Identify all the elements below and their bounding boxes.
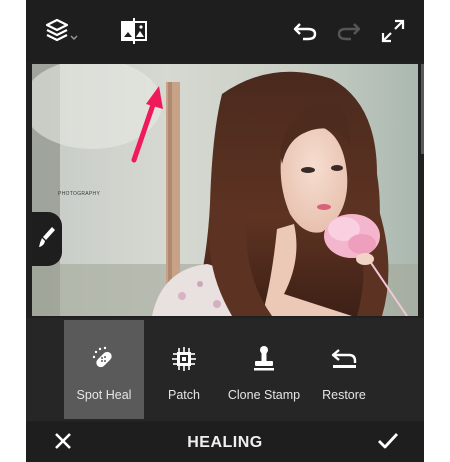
fullscreen-icon (380, 18, 406, 44)
undo-button[interactable] (288, 14, 322, 48)
checkmark-icon (377, 431, 399, 456)
confirm-button[interactable] (375, 430, 401, 456)
fullscreen-button[interactable] (376, 14, 410, 48)
healing-tool-strip: Spot Heal Patch Clone Stamp Restore (26, 318, 424, 421)
restore-icon (329, 344, 359, 374)
tool-clone-stamp[interactable]: Clone Stamp (224, 320, 304, 419)
photo-canvas[interactable]: PHOTOGRAPHY (32, 64, 418, 316)
tool-label: Clone Stamp (227, 388, 301, 402)
brush-icon (37, 225, 57, 254)
tool-label: Spot Heal (76, 388, 132, 402)
layers-icon (43, 16, 83, 46)
undo-icon (292, 20, 318, 42)
compare-icon (120, 17, 148, 45)
top-toolbar (26, 0, 424, 62)
patch-icon (169, 344, 199, 374)
tool-patch[interactable]: Patch (144, 320, 224, 419)
redo-icon (336, 20, 362, 42)
photo-image (32, 64, 418, 316)
tool-restore[interactable]: Restore (304, 320, 384, 419)
tool-spot-heal[interactable]: Spot Heal (64, 320, 144, 419)
bandage-icon (89, 344, 119, 374)
compare-button[interactable] (117, 14, 151, 48)
stamp-icon (249, 344, 279, 374)
mode-title: HEALING (187, 434, 263, 451)
photo-editor-app: PHOTOGRAPHY Spot Heal Patch Clone Stamp … (26, 0, 424, 462)
photo-watermark: PHOTOGRAPHY (58, 191, 101, 197)
tool-label: Restore (322, 388, 366, 402)
layers-button[interactable] (43, 14, 83, 48)
bottom-bar: HEALING (26, 422, 424, 462)
scroll-indicator[interactable] (421, 64, 424, 154)
redo-button[interactable] (332, 14, 366, 48)
brush-settings-tab[interactable] (32, 212, 62, 266)
tool-label: Patch (168, 388, 200, 402)
